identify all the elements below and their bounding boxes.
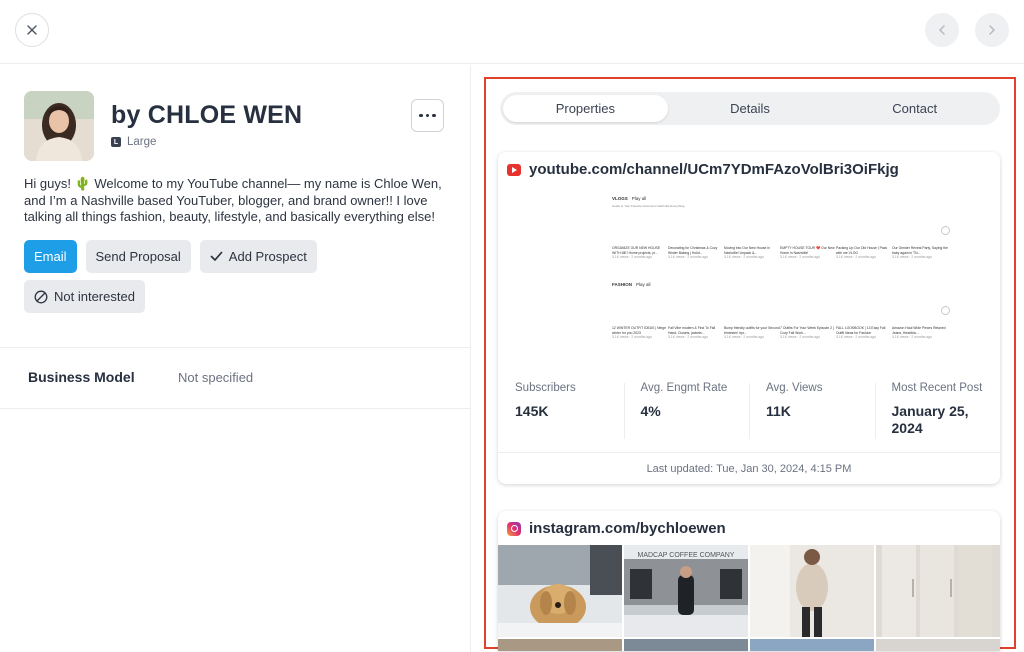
divider [0, 347, 471, 348]
avatar [24, 91, 94, 161]
email-label: Email [34, 249, 67, 264]
youtube-url: youtube.com/channel/UCm7YDmFAzoVolBri3Oi… [529, 161, 899, 178]
not-interested-button[interactable]: Not interested [24, 280, 145, 313]
instagram-photo[interactable] [750, 639, 874, 651]
stat-most-recent-post: Most Recent Post January 25, 2024 [874, 380, 1001, 444]
instagram-photo-row [498, 639, 1000, 651]
top-bar [0, 0, 1024, 64]
instagram-photo[interactable] [498, 545, 622, 637]
stat-label: Most Recent Post [891, 382, 983, 394]
not-interested-label: Not interested [54, 289, 135, 304]
preview-section-fashion: FASHION [612, 282, 633, 287]
email-button[interactable]: Email [24, 240, 77, 273]
channel-preview[interactable]: VLOGS Play all Guide to Your Favorite Asc… [606, 190, 956, 370]
video-item: FALL LOOKBOOK | 13 Easy Fall Outfit Idea… [836, 326, 886, 340]
preview-play-all: Play all [631, 196, 647, 201]
close-icon [27, 25, 37, 35]
instagram-photo[interactable] [876, 545, 1000, 637]
preview-section-sub: Guide to Your Favorite Ascension Nashvil… [612, 204, 685, 208]
checkmark-icon [210, 251, 223, 261]
stat-avg-views: Avg. Views 11K [749, 380, 875, 444]
next-button[interactable] [975, 13, 1009, 47]
profile-name: by CHLOE WEN [111, 101, 303, 129]
tab-properties[interactable]: Properties [503, 95, 668, 122]
add-prospect-button[interactable]: Add Prospect [199, 240, 317, 273]
instagram-link[interactable]: instagram.com/bychloewen [507, 520, 726, 537]
more-options-button[interactable] [411, 99, 444, 132]
last-updated: Last updated: Tue, Jan 30, 2024, 4:15 PM [498, 452, 1000, 484]
profile-bio: Hi guys! 🌵 Welcome to my YouTube channel… [24, 176, 442, 224]
download-icon [941, 226, 950, 235]
video-item: 12 WINTER OUTFIT IDEAS | Neige winter fo… [612, 326, 666, 340]
size-badge-icon: L [111, 137, 121, 147]
youtube-card: youtube.com/channel/UCm7YDmFAzoVolBri3Oi… [498, 152, 1000, 484]
instagram-photo-grid: MADCAP COFFEE COMPANY [498, 545, 1000, 651]
more-dot-icon [432, 113, 436, 118]
preview-section-vlogs: VLOGS [612, 196, 628, 201]
send-proposal-label: Send Proposal [95, 249, 181, 264]
chevron-right-icon [989, 25, 996, 35]
video-item: Moving into Our New House in Nashville! … [724, 246, 770, 260]
video-item: Packing Up Our Old House | Pack with me … [836, 246, 888, 260]
instagram-icon [507, 521, 521, 536]
youtube-link[interactable]: youtube.com/channel/UCm7YDmFAzoVolBri3Oi… [507, 161, 899, 178]
tab-bar: Properties Details Contact [500, 92, 1000, 125]
instagram-photo[interactable] [498, 639, 622, 651]
stat-label: Avg. Views [766, 382, 823, 394]
channel-stats: Subscribers 145K Avg. Engmt Rate 4% Avg.… [498, 380, 1000, 444]
video-item: 7 Outfits For Your Week Episode 2 | Cozy… [780, 326, 834, 340]
instagram-card: instagram.com/bychloewen MADCAP COFFEE C… [498, 511, 1000, 651]
instagram-url: instagram.com/bychloewen [529, 520, 726, 537]
block-icon [34, 290, 48, 303]
close-button[interactable] [15, 13, 49, 47]
video-item: ORGANIZE OUR NEW HOUSE WITH ME! Home pro… [612, 246, 661, 260]
stat-value: 4% [640, 403, 661, 419]
previous-button[interactable] [925, 13, 959, 47]
tab-contact[interactable]: Contact [832, 95, 997, 122]
photo-sign-text: MADCAP COFFEE COMPANY [638, 552, 735, 559]
stat-label: Avg. Engmt Rate [640, 382, 728, 394]
send-proposal-button[interactable]: Send Proposal [85, 240, 191, 273]
instagram-photo[interactable] [624, 639, 748, 651]
video-item: Amazon Haul Wide Pieces Relaxed Jeans, H… [892, 326, 946, 340]
more-dot-icon [419, 113, 423, 118]
size-tag: L Large [111, 136, 156, 148]
stat-value: 145K [515, 403, 549, 419]
video-item: Our Gender Reveal Party, Saying the baby… [892, 246, 948, 260]
instagram-photo[interactable]: MADCAP COFFEE COMPANY [624, 545, 748, 637]
stat-engagement-rate: Avg. Engmt Rate 4% [623, 380, 750, 444]
video-item: Bump friendly outfits for your Second tr… [724, 326, 780, 340]
instagram-photo[interactable] [750, 545, 874, 637]
download-icon [941, 306, 950, 315]
video-item: EMPTY HOUSE TOUR ❤️ Our New Home in Nash… [780, 246, 835, 260]
chevron-left-icon [938, 25, 945, 35]
stat-value: January 25, 2024 [891, 403, 969, 436]
business-model-value: Not specified [178, 370, 254, 385]
stat-value: 11K [766, 403, 791, 419]
youtube-icon [507, 163, 521, 176]
stat-subscribers: Subscribers 145K [498, 380, 624, 444]
size-label: Large [127, 136, 157, 148]
stat-label: Subscribers [515, 382, 576, 394]
tab-details[interactable]: Details [668, 95, 833, 122]
profile-panel: by CHLOE WEN L Large Hi guys! 🌵 Welcome … [0, 65, 471, 652]
action-buttons: Email Send Proposal Add Prospect [24, 240, 317, 273]
add-prospect-label: Add Prospect [228, 249, 307, 264]
divider [0, 408, 471, 409]
more-dot-icon [425, 113, 430, 118]
video-item: Decorating for Christmas & Cozy Winter B… [668, 246, 718, 260]
business-model-label: Business Model [28, 369, 135, 385]
preview-play-all: Play all [636, 282, 651, 287]
video-item: Fall Vibe modern & Find To Fall Hand, Cl… [668, 326, 716, 340]
instagram-photo[interactable] [876, 639, 1000, 651]
